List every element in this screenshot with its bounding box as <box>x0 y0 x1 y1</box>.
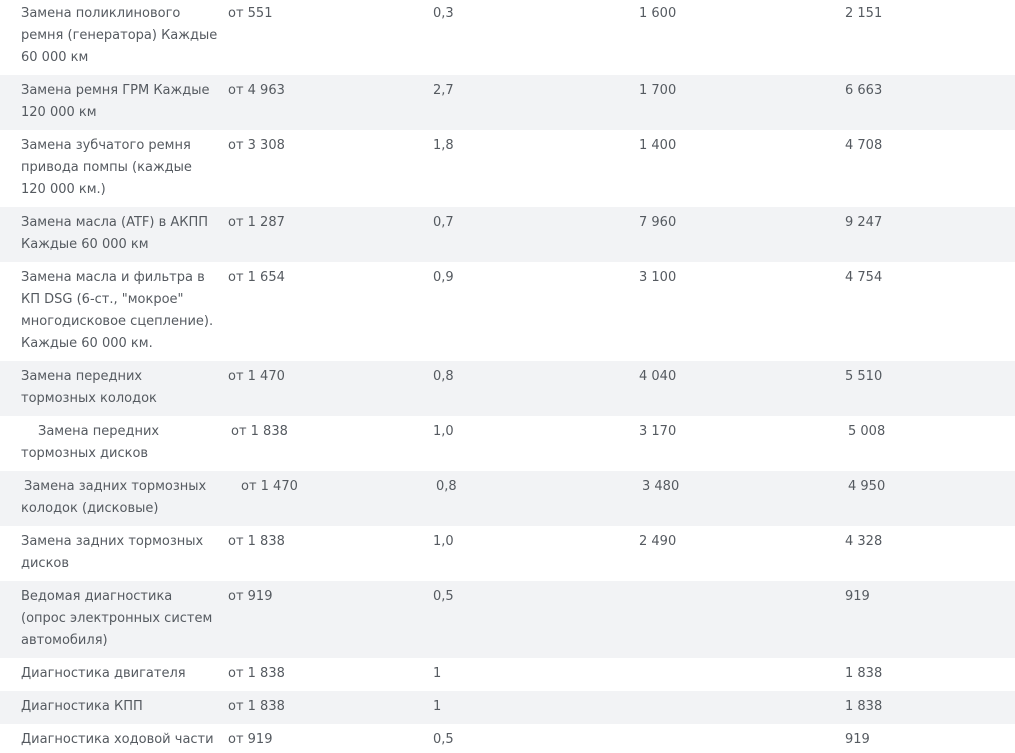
table-row: Замена зубчатого ремня привода помпы (ка… <box>0 130 1015 207</box>
table-body: Замена поликлинового ремня (генератора) … <box>0 0 1015 753</box>
service-name: Диагностика КПП <box>0 691 228 724</box>
service-price: от 1 470 <box>228 361 433 416</box>
service-price: от 551 <box>228 0 433 75</box>
service-name: Диагностика ходовой части <box>0 724 228 753</box>
service-name: Замена масла и фильтра в КП DSG (6-ст., … <box>0 262 228 361</box>
service-name-text: Замена передних тормозных дисков <box>21 424 160 461</box>
service-price: от 919 <box>228 581 433 658</box>
service-name: Ведомая диагностика (опрос электронных с… <box>0 581 228 658</box>
service-name: Диагностика двигателя <box>0 658 228 691</box>
parts-cost: 7 960 <box>639 207 845 262</box>
total-cost-text: 4 950 <box>848 479 886 494</box>
service-name: Замена передних тормозных колодок <box>0 361 228 416</box>
total-cost: 1 838 <box>845 691 1015 724</box>
service-price: от 4 963 <box>228 75 433 130</box>
norm-hours: 2,7 <box>433 75 639 130</box>
parts-cost <box>639 724 845 753</box>
table-row: Диагностика двигателя от 1 838 1 1 838 <box>0 658 1015 691</box>
service-name-text: Замена задних тормозных колодок (дисковы… <box>21 479 207 516</box>
norm-hours: 1 <box>433 658 639 691</box>
norm-hours: 0,8 <box>433 471 639 526</box>
service-price: от 1 654 <box>228 262 433 361</box>
parts-cost: 4 040 <box>639 361 845 416</box>
service-price: от 1 838 <box>228 416 433 471</box>
norm-hours: 1,0 <box>433 416 639 471</box>
total-cost: 919 <box>845 724 1015 753</box>
service-price: от 3 308 <box>228 130 433 207</box>
total-cost: 9 247 <box>845 207 1015 262</box>
service-name: Замена поликлинового ремня (генератора) … <box>0 0 228 75</box>
parts-cost: 2 490 <box>639 526 845 581</box>
parts-cost-text: 3 480 <box>642 479 680 494</box>
service-name: Замена передних тормозных дисков <box>0 416 228 471</box>
service-price: от 1 287 <box>228 207 433 262</box>
total-cost-text: 5 008 <box>848 424 886 439</box>
total-cost: 5 008 <box>845 416 1015 471</box>
norm-hours: 0,7 <box>433 207 639 262</box>
service-name: Замена масла (ATF) в АКПП Каждые 60 000 … <box>0 207 228 262</box>
total-cost: 4 328 <box>845 526 1015 581</box>
norm-hours-text: 0,8 <box>436 479 457 494</box>
total-cost: 4 754 <box>845 262 1015 361</box>
norm-hours: 1,8 <box>433 130 639 207</box>
norm-hours: 0,9 <box>433 262 639 361</box>
total-cost: 919 <box>845 581 1015 658</box>
table-row: Диагностика ходовой части от 919 0,5 919 <box>0 724 1015 753</box>
parts-cost: 3 100 <box>639 262 845 361</box>
service-name: Замена зубчатого ремня привода помпы (ка… <box>0 130 228 207</box>
service-price: от 1 838 <box>228 658 433 691</box>
parts-cost <box>639 691 845 724</box>
table-row: Ведомая диагностика (опрос электронных с… <box>0 581 1015 658</box>
total-cost: 2 151 <box>845 0 1015 75</box>
table-row: Замена масла и фильтра в КП DSG (6-ст., … <box>0 262 1015 361</box>
parts-cost: 3 170 <box>639 416 845 471</box>
total-cost: 4 950 <box>845 471 1015 526</box>
parts-cost: 1 400 <box>639 130 845 207</box>
table-row: Замена задних тормозных колодок (дисковы… <box>0 471 1015 526</box>
norm-hours: 1 <box>433 691 639 724</box>
service-price: от 1 470 <box>228 471 433 526</box>
service-price: от 919 <box>228 724 433 753</box>
norm-hours: 0,3 <box>433 0 639 75</box>
service-price-table: Замена поликлинового ремня (генератора) … <box>0 0 1015 753</box>
table-row: Диагностика КПП от 1 838 1 1 838 <box>0 691 1015 724</box>
table-row: Замена передних тормозных дисков от 1 83… <box>0 416 1015 471</box>
service-price-text: от 1 838 <box>231 424 288 439</box>
total-cost: 6 663 <box>845 75 1015 130</box>
service-price: от 1 838 <box>228 691 433 724</box>
service-name: Замена задних тормозных колодок (дисковы… <box>0 471 228 526</box>
norm-hours: 0,5 <box>433 724 639 753</box>
total-cost: 1 838 <box>845 658 1015 691</box>
parts-cost: 3 480 <box>639 471 845 526</box>
parts-cost: 1 700 <box>639 75 845 130</box>
service-price-text: от 1 470 <box>241 479 298 494</box>
table-row: Замена задних тормозных дисков от 1 838 … <box>0 526 1015 581</box>
total-cost: 5 510 <box>845 361 1015 416</box>
table-row: Замена масла (ATF) в АКПП Каждые 60 000 … <box>0 207 1015 262</box>
table-row: Замена ремня ГРМ Каждые 120 000 км от 4 … <box>0 75 1015 130</box>
table-row: Замена поликлинового ремня (генератора) … <box>0 0 1015 75</box>
table-row: Замена передних тормозных колодок от 1 4… <box>0 361 1015 416</box>
parts-cost: 1 600 <box>639 0 845 75</box>
service-price: от 1 838 <box>228 526 433 581</box>
parts-cost <box>639 658 845 691</box>
norm-hours: 1,0 <box>433 526 639 581</box>
service-name: Замена задних тормозных дисков <box>0 526 228 581</box>
norm-hours: 0,5 <box>433 581 639 658</box>
service-name: Замена ремня ГРМ Каждые 120 000 км <box>0 75 228 130</box>
norm-hours: 0,8 <box>433 361 639 416</box>
total-cost: 4 708 <box>845 130 1015 207</box>
parts-cost <box>639 581 845 658</box>
